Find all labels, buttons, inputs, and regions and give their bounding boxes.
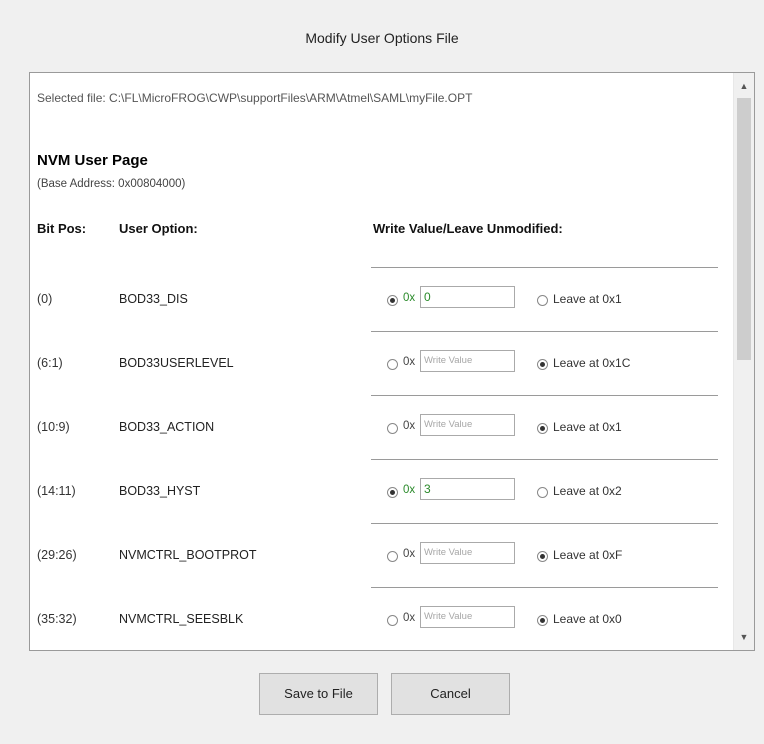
- write-value-radio[interactable]: [387, 615, 398, 626]
- leave-unmodified-label: Leave at 0x1C: [553, 356, 631, 370]
- vertical-scrollbar[interactable]: ▲ ▼: [733, 73, 754, 650]
- option-row: (14:11) BOD33_HYST 0x 3 Leave at 0x2: [30, 459, 733, 523]
- scroll-down-arrow-icon[interactable]: ▼: [734, 628, 754, 646]
- hex-prefix: 0x: [403, 548, 416, 560]
- option-name: BOD33_ACTION: [119, 420, 215, 434]
- hex-prefix: 0x: [403, 356, 416, 368]
- options-panel: Selected file: C:\FL\MicroFROG\CWP\suppo…: [29, 72, 755, 651]
- bit-position: (10:9): [37, 420, 70, 434]
- write-value-input[interactable]: Write Value: [420, 350, 515, 372]
- option-row: (6:1) BOD33USERLEVEL 0x Write Value Leav…: [30, 331, 733, 395]
- option-name: NVMCTRL_BOOTPROT: [119, 548, 257, 562]
- option-name: BOD33_HYST: [119, 484, 201, 498]
- write-value-input[interactable]: 3: [420, 478, 515, 500]
- write-value-radio[interactable]: [387, 423, 398, 434]
- header-bit-pos: Bit Pos:: [37, 221, 87, 236]
- scroll-up-arrow-icon[interactable]: ▲: [734, 77, 754, 95]
- row-separator: [371, 331, 718, 332]
- leave-unmodified-radio[interactable]: [537, 423, 548, 434]
- leave-unmodified-label: Leave at 0x1: [553, 420, 622, 434]
- write-value-radio[interactable]: [387, 295, 398, 306]
- option-name: BOD33_DIS: [119, 292, 188, 306]
- leave-unmodified-radio[interactable]: [537, 551, 548, 562]
- write-value-input[interactable]: 0: [420, 286, 515, 308]
- row-separator: [371, 523, 718, 524]
- row-separator: [371, 459, 718, 460]
- option-name: NVMCTRL_SEESBLK: [119, 612, 244, 626]
- bit-position: (35:32): [37, 612, 77, 626]
- selected-file-path: Selected file: C:\FL\MicroFROG\CWP\suppo…: [37, 91, 473, 105]
- cancel-button[interactable]: Cancel: [391, 673, 510, 715]
- base-address: (Base Address: 0x00804000): [37, 178, 186, 190]
- hex-prefix: 0x: [403, 292, 416, 304]
- modify-user-options-dialog: Modify User Options File Selected file: …: [0, 0, 764, 744]
- header-user-option: User Option:: [119, 221, 198, 236]
- write-value-radio[interactable]: [387, 551, 398, 562]
- leave-unmodified-label: Leave at 0x2: [553, 484, 622, 498]
- scrollbar-thumb[interactable]: [737, 98, 751, 360]
- row-separator: [371, 587, 718, 588]
- dialog-title: Modify User Options File: [305, 30, 459, 46]
- option-row: (0) BOD33_DIS 0x 0 Leave at 0x1: [30, 267, 733, 331]
- hex-prefix: 0x: [403, 420, 416, 432]
- hex-prefix: 0x: [403, 612, 416, 624]
- write-value-radio[interactable]: [387, 487, 398, 498]
- options-content: Selected file: C:\FL\MicroFROG\CWP\suppo…: [30, 73, 733, 650]
- option-row: (29:26) NVMCTRL_BOOTPROT 0x Write Value …: [30, 523, 733, 587]
- bit-position: (14:11): [37, 484, 76, 498]
- header-write-value: Write Value/Leave Unmodified:: [373, 221, 563, 236]
- write-value-input[interactable]: Write Value: [420, 606, 515, 628]
- option-name: BOD33USERLEVEL: [119, 356, 234, 370]
- bit-position: (0): [37, 292, 53, 306]
- bit-position: (29:26): [37, 548, 77, 562]
- save-to-file-button[interactable]: Save to File: [259, 673, 378, 715]
- leave-unmodified-radio[interactable]: [537, 359, 548, 370]
- hex-prefix: 0x: [403, 484, 416, 496]
- leave-unmodified-radio[interactable]: [537, 615, 548, 626]
- leave-unmodified-radio[interactable]: [537, 487, 548, 498]
- leave-unmodified-label: Leave at 0x0: [553, 612, 622, 626]
- leave-unmodified-label: Leave at 0x1: [553, 292, 622, 306]
- row-separator: [371, 267, 718, 268]
- write-value-input[interactable]: Write Value: [420, 542, 515, 564]
- option-row: (10:9) BOD33_ACTION 0x Write Value Leave…: [30, 395, 733, 459]
- section-title: NVM User Page: [37, 152, 148, 169]
- row-separator: [371, 395, 718, 396]
- write-value-radio[interactable]: [387, 359, 398, 370]
- leave-unmodified-label: Leave at 0xF: [553, 548, 623, 562]
- leave-unmodified-radio[interactable]: [537, 295, 548, 306]
- write-value-input[interactable]: Write Value: [420, 414, 515, 436]
- bit-position: (6:1): [37, 356, 63, 370]
- option-row: (35:32) NVMCTRL_SEESBLK 0x Write Value L…: [30, 587, 733, 650]
